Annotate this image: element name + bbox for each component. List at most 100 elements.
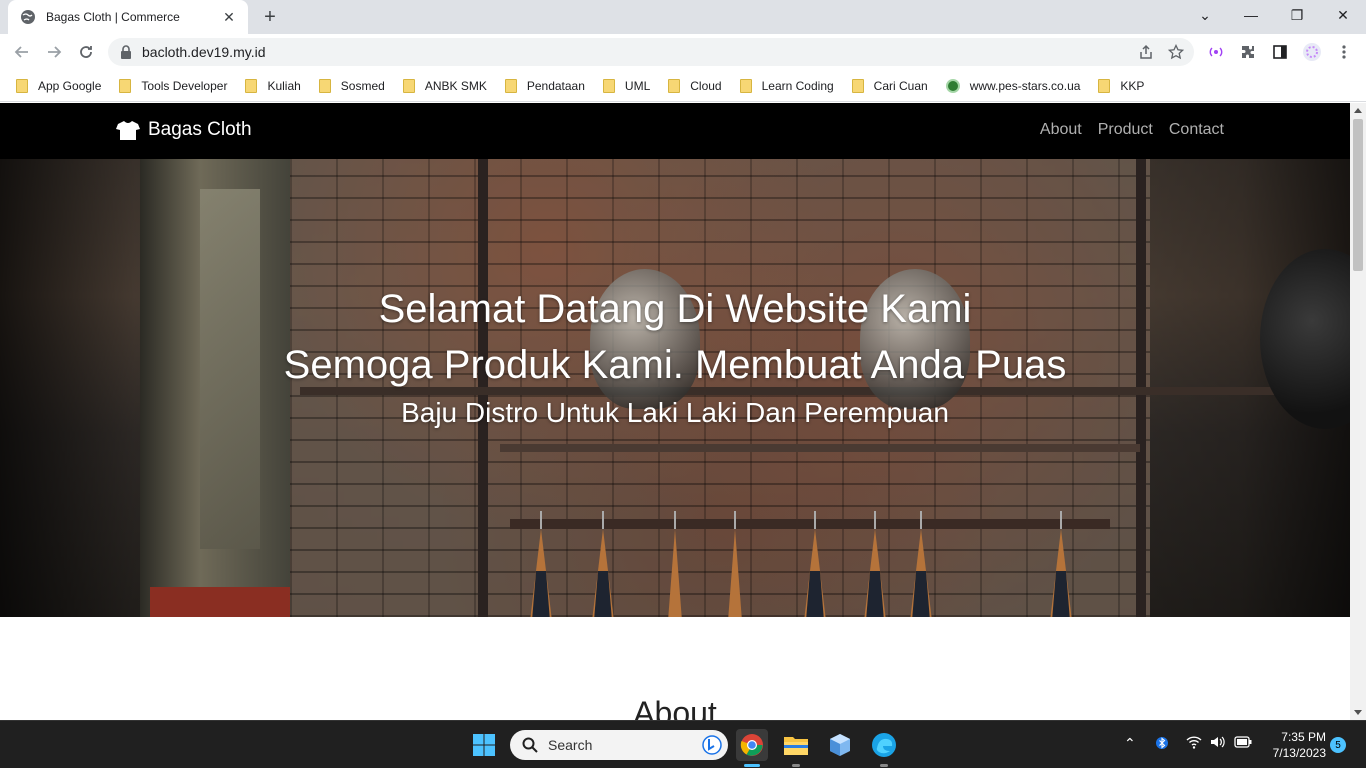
- active-app-indicator: [744, 764, 760, 767]
- app-indicator: [880, 764, 888, 767]
- scroll-up-icon[interactable]: [1354, 108, 1362, 113]
- notification-badge[interactable]: 5: [1330, 737, 1346, 753]
- windows-logo-icon: [473, 734, 495, 756]
- hanger-icon: [804, 511, 826, 617]
- hero-heading-line2: Semoga Produk Kami. Membuat Anda Puas: [283, 343, 1067, 387]
- bookmark-cari-cuan[interactable]: Cari Cuan: [851, 78, 928, 93]
- cube-icon: [830, 734, 850, 756]
- bookmark-label: Pendataan: [526, 78, 585, 93]
- wifi-icon[interactable]: [1186, 735, 1202, 752]
- site-nav-links: About Product Contact: [1040, 121, 1224, 139]
- folder-icon: [504, 78, 517, 93]
- bookmark-kkp[interactable]: KKP: [1098, 78, 1145, 93]
- site-brand[interactable]: Bagas Cloth: [116, 119, 252, 141]
- folder-icon: [318, 78, 331, 93]
- nav-product-link[interactable]: Product: [1098, 121, 1153, 139]
- folder-icon: [668, 78, 681, 93]
- bookmark-label: UML: [624, 78, 651, 93]
- bookmark-label: ANBK SMK: [424, 78, 487, 93]
- taskbar-app-edge[interactable]: [868, 729, 900, 761]
- new-tab-button[interactable]: +: [258, 5, 282, 29]
- browser-tab[interactable]: Bagas Cloth | Commerce ✕: [8, 0, 248, 34]
- broadcast-extension-icon[interactable]: [1206, 42, 1226, 62]
- app-indicator: [792, 764, 800, 767]
- site-favicon-icon: [945, 78, 960, 93]
- taskbar-search[interactable]: Search: [510, 730, 728, 760]
- taskbar-file-explorer[interactable]: [780, 729, 812, 761]
- share-icon[interactable]: [1138, 44, 1154, 60]
- folder-icon: [16, 78, 28, 93]
- bookmark-kuliah[interactable]: Kuliah: [245, 78, 301, 93]
- folder-icon: [119, 78, 132, 93]
- taskbar-chrome[interactable]: [736, 729, 768, 761]
- address-bar[interactable]: bacloth.dev19.my.id: [108, 38, 1194, 66]
- back-button[interactable]: [8, 38, 36, 66]
- scroll-down-icon[interactable]: [1354, 710, 1362, 715]
- menu-icon[interactable]: [1334, 42, 1354, 62]
- bookmark-pes-stars[interactable]: www.pes-stars.co.ua: [945, 78, 1081, 93]
- bookmark-sosmed[interactable]: Sosmed: [318, 78, 385, 93]
- bookmark-learn-coding[interactable]: Learn Coding: [739, 78, 834, 93]
- battery-icon[interactable]: [1234, 735, 1252, 751]
- reload-button[interactable]: [72, 38, 100, 66]
- hero-text: Selamat Datang Di Website Kami Semoga Pr…: [0, 281, 1350, 433]
- hero-subheading: Baju Distro Untuk Laki Laki Dan Perempua…: [401, 397, 949, 428]
- hanger-icon: [1050, 511, 1072, 617]
- page-scrollbar[interactable]: [1350, 103, 1366, 720]
- hero-pipe: [500, 444, 1140, 452]
- clock-date: 7/13/2023: [1272, 746, 1326, 760]
- restore-button[interactable]: ❐: [1274, 0, 1320, 30]
- bookmark-label: Learn Coding: [761, 78, 834, 93]
- reload-icon: [80, 46, 92, 58]
- taskbar-app-cube[interactable]: [824, 729, 856, 761]
- scrollbar-thumb[interactable]: [1353, 119, 1363, 271]
- bookmark-cloud[interactable]: Cloud: [668, 78, 722, 93]
- bookmark-label: KKP: [1120, 78, 1145, 93]
- folder-icon: [602, 78, 615, 93]
- nav-about-link[interactable]: About: [1040, 121, 1082, 139]
- bookmark-label: App Google: [38, 78, 102, 93]
- folder-icon: [851, 78, 864, 93]
- tray-overflow-icon[interactable]: ⌃: [1124, 735, 1136, 752]
- bookmark-label: Sosmed: [340, 78, 385, 93]
- bookmark-uml[interactable]: UML: [602, 78, 651, 93]
- edge-icon: [872, 733, 896, 757]
- folder-icon: [784, 737, 808, 755]
- tab-search-icon[interactable]: ⌄: [1182, 0, 1228, 30]
- hanger-icon: [668, 511, 682, 617]
- folder-icon: [739, 78, 752, 93]
- star-icon[interactable]: [1168, 44, 1184, 60]
- search-icon: [522, 737, 538, 753]
- tab-title: Bagas Cloth | Commerce: [46, 10, 180, 24]
- taskbar: Search ⌃ 7:35 PM 7/13/2023 5: [0, 720, 1366, 768]
- nav-contact-link[interactable]: Contact: [1169, 121, 1224, 139]
- minimize-button[interactable]: —: [1228, 0, 1274, 30]
- forward-button[interactable]: [40, 38, 68, 66]
- profile-avatar[interactable]: [1302, 42, 1322, 62]
- site-navbar: Bagas Cloth About Product Contact: [0, 103, 1350, 159]
- lock-icon: [121, 45, 131, 59]
- system-clock[interactable]: 7:35 PM 7/13/2023: [1264, 729, 1326, 761]
- search-label: Search: [548, 737, 593, 753]
- side-panel-icon[interactable]: [1270, 42, 1290, 62]
- close-tab-icon[interactable]: ✕: [220, 8, 238, 26]
- hanger-icon: [592, 511, 614, 617]
- bookmark-anbk-smk[interactable]: ANBK SMK: [402, 78, 487, 93]
- start-button[interactable]: [468, 729, 500, 761]
- bookmark-tools-developer[interactable]: Tools Developer: [119, 78, 228, 93]
- folder-icon: [1098, 78, 1111, 93]
- bookmark-label: www.pes-stars.co.ua: [969, 78, 1081, 93]
- hanger-icon: [728, 511, 742, 617]
- bluetooth-icon[interactable]: [1156, 735, 1168, 754]
- bookmark-label: Tools Developer: [141, 78, 228, 93]
- arrow-left-icon: [14, 46, 28, 58]
- bookmark-pendataan[interactable]: Pendataan: [504, 78, 585, 93]
- arrow-right-icon: [48, 46, 62, 58]
- extensions-icon[interactable]: [1238, 42, 1258, 62]
- bookmark-app-google[interactable]: App Google: [16, 78, 102, 93]
- close-window-button[interactable]: ✕: [1320, 0, 1366, 30]
- browser-tab-strip: Bagas Cloth | Commerce ✕ + ⌄ — ❐ ✕: [0, 0, 1366, 34]
- volume-icon[interactable]: [1210, 735, 1226, 752]
- hanger-icon: [910, 511, 932, 617]
- bing-icon: [702, 735, 722, 755]
